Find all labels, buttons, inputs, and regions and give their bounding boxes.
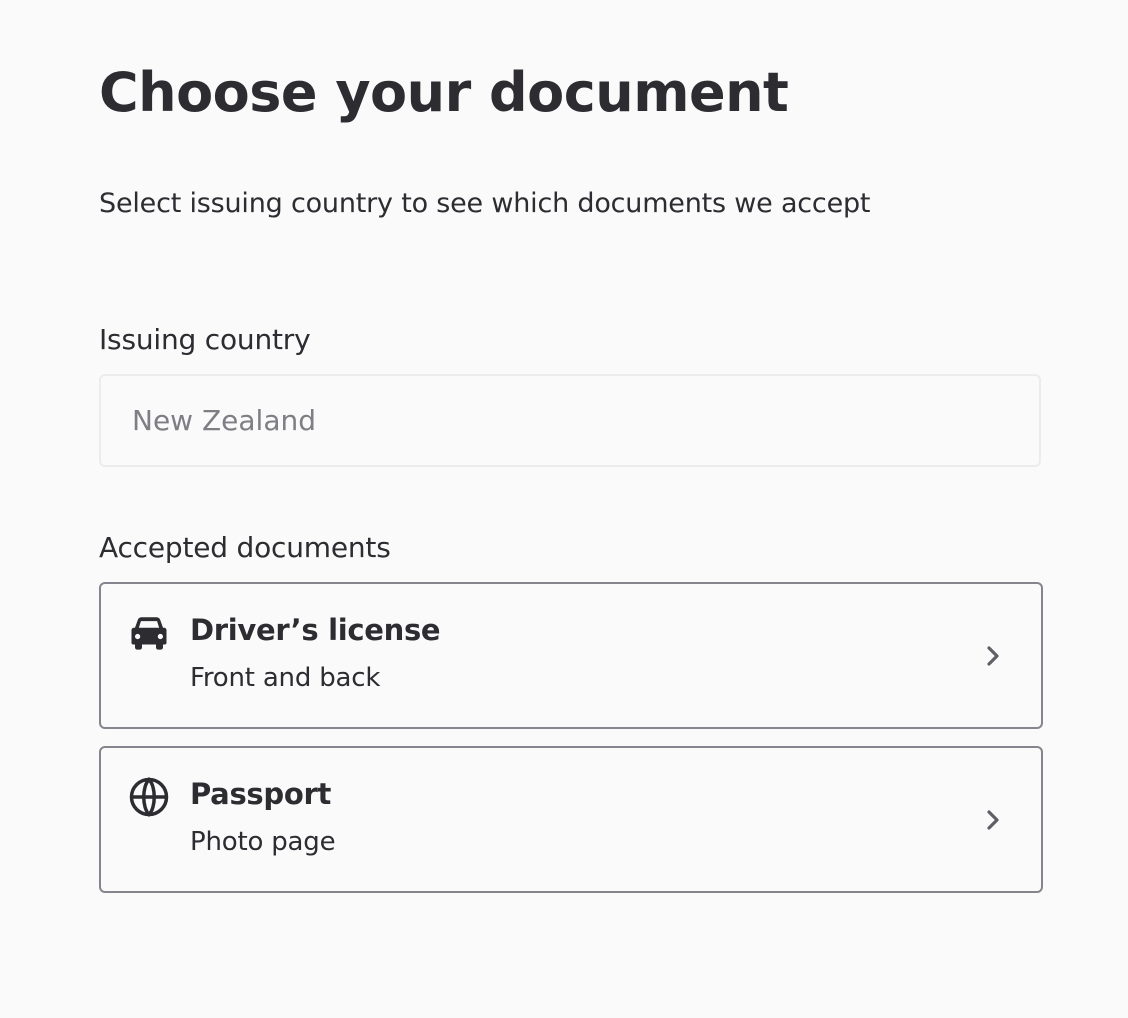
page-subtitle: Select issuing country to see which docu…	[99, 188, 871, 219]
drivers-license-description: Front and back	[190, 663, 381, 693]
drivers-license-title: Driver’s license	[190, 613, 441, 647]
chevron-right-icon	[987, 646, 999, 666]
passport-description: Photo page	[190, 827, 336, 857]
chevron-right-icon	[987, 810, 999, 830]
passport-title: Passport	[190, 777, 332, 811]
accepted-documents-label: Accepted documents	[99, 531, 391, 564]
drivers-license-option[interactable]: Driver’s license Front and back	[99, 582, 1043, 729]
globe-icon	[129, 777, 169, 817]
issuing-country-input[interactable]	[99, 374, 1041, 467]
page-title: Choose your document	[99, 61, 789, 124]
car-icon	[131, 617, 167, 650]
issuing-country-label: Issuing country	[99, 323, 311, 356]
passport-option[interactable]: Passport Photo page	[99, 746, 1043, 893]
